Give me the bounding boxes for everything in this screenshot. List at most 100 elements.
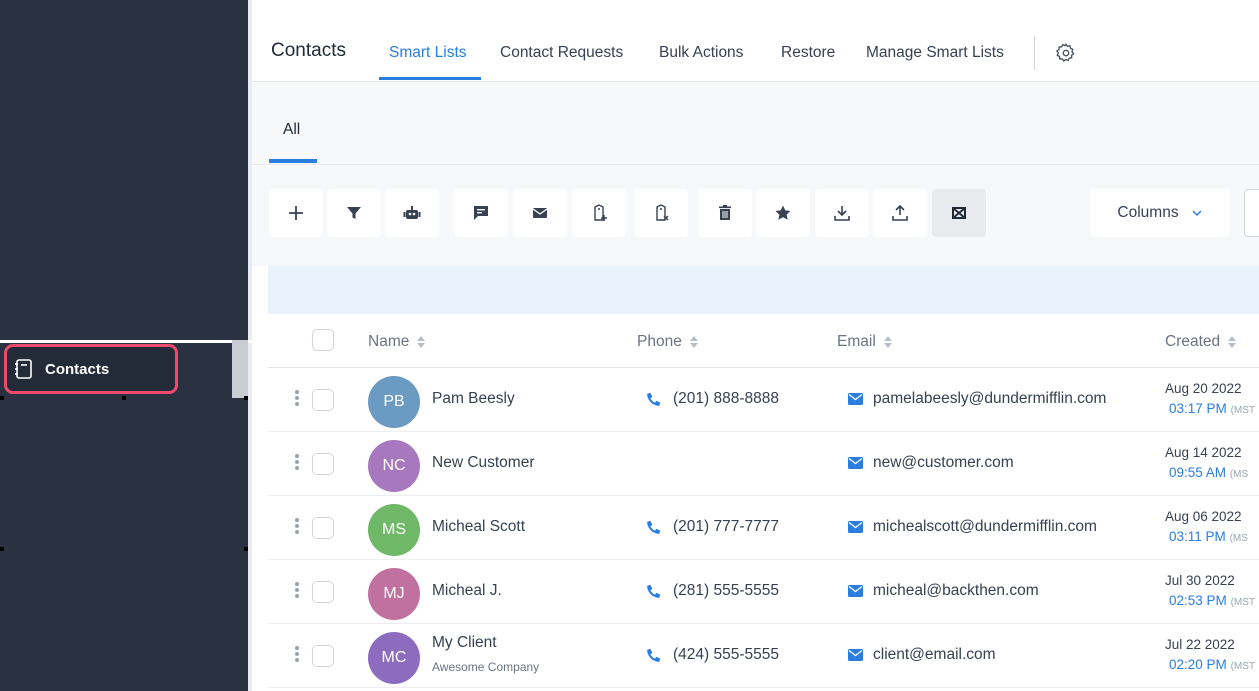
send-sms-button[interactable] (454, 189, 508, 237)
phone-number: (424) 555-5555 (673, 646, 779, 663)
tab-manage-smart-lists[interactable]: Manage Smart Lists (866, 44, 1004, 62)
mail-icon (848, 393, 863, 405)
robot-icon (403, 206, 421, 219)
selection-handle (122, 396, 126, 400)
phone-number: (201) 777-7777 (673, 518, 779, 535)
contacts-table: Name Phone Email Created PB Pam Beesly (20… (268, 314, 1259, 691)
sort-icon (1228, 336, 1237, 348)
tab-smart-lists[interactable]: Smart Lists (389, 44, 467, 62)
export-button[interactable] (815, 189, 869, 237)
column-header-email[interactable]: Email (837, 333, 894, 351)
column-label: Created (1165, 333, 1221, 350)
contact-name[interactable]: Micheal Scott (432, 518, 525, 536)
contact-phone[interactable]: (201) 888-8888 (645, 390, 779, 408)
timezone-label: (MS (1229, 533, 1248, 544)
tab-bulk-actions[interactable]: Bulk Actions (659, 44, 743, 62)
add-tag-button[interactable] (572, 189, 626, 237)
tab-all[interactable]: All (283, 121, 300, 139)
avatar: MS (368, 504, 420, 556)
delete-button[interactable] (698, 189, 752, 237)
table-row[interactable]: MJ Micheal J. (281) 555-5555 micheal@backth… (268, 560, 1259, 624)
selection-handle (244, 396, 248, 400)
drag-handle-icon[interactable] (295, 582, 301, 602)
contact-name[interactable]: Pam Beesly (432, 390, 515, 408)
mail-icon (848, 457, 863, 469)
gear-icon[interactable] (1055, 42, 1077, 64)
columns-label: Columns (1117, 204, 1179, 221)
sidebar-scrollbar[interactable] (232, 340, 248, 398)
row-checkbox[interactable] (312, 645, 334, 667)
merge-button[interactable] (932, 189, 986, 237)
column-header-phone[interactable]: Phone (637, 333, 700, 351)
filter-button[interactable] (327, 189, 381, 237)
tab-contact-requests[interactable]: Contact Requests (500, 44, 623, 62)
phone-icon (647, 520, 661, 534)
contact-name[interactable]: New Customer (432, 454, 535, 472)
send-email-button[interactable] (513, 189, 567, 237)
table-row[interactable]: NC New Customer new@customer.com Aug 14 202… (268, 432, 1259, 496)
contact-email[interactable]: client@email.com (848, 646, 996, 664)
app-root: Contacts Contacts Smart Lists Contact Re… (0, 0, 1259, 691)
mail-icon (848, 585, 863, 597)
row-checkbox[interactable] (312, 581, 334, 603)
contact-phone[interactable]: (424) 555-5555 (645, 646, 779, 664)
table-row[interactable]: MS Micheal Scott (201) 777-7777 michealscot… (268, 496, 1259, 560)
sidebar-separator (0, 340, 252, 343)
contact-phone[interactable]: (201) 777-7777 (645, 518, 779, 536)
table-info-band (268, 266, 1259, 314)
upload-icon (892, 204, 908, 221)
row-checkbox[interactable] (312, 389, 334, 411)
created-time-value: 02:53 PM (1169, 593, 1227, 608)
timezone-label: (MS (1229, 469, 1249, 480)
active-subtab-indicator (269, 159, 317, 163)
selection-handle (0, 396, 4, 400)
drag-handle-icon[interactable] (295, 518, 301, 538)
import-button[interactable] (873, 189, 927, 237)
mail-icon (848, 521, 863, 533)
contact-name[interactable]: My Client (432, 634, 497, 652)
contact-company: Awesome Company (432, 660, 540, 674)
table-row[interactable]: PB Pam Beesly (201) 888-8888 pamelabeesly@d… (268, 368, 1259, 432)
columns-dropdown[interactable]: Columns (1090, 189, 1230, 237)
contact-email[interactable]: michealscott@dundermifflin.com (848, 518, 1097, 536)
created-date: Jul 30 2022 (1165, 573, 1235, 588)
avatar: NC (368, 440, 420, 492)
column-header-name[interactable]: Name (368, 333, 427, 351)
filter-icon (347, 207, 361, 219)
contact-email[interactable]: new@customer.com (848, 454, 1014, 472)
row-checkbox[interactable] (312, 517, 334, 539)
email-address: new@customer.com (873, 454, 1014, 471)
table-row[interactable]: MC My Client Awesome Company (424) 555-5555… (268, 624, 1259, 688)
column-label: Phone (637, 333, 682, 350)
contact-phone[interactable]: (281) 555-5555 (645, 582, 779, 600)
tab-restore[interactable]: Restore (781, 44, 835, 62)
select-all-checkbox[interactable] (312, 329, 334, 351)
contact-email[interactable]: pamelabeesly@dundermifflin.com (848, 390, 1106, 408)
contact-name[interactable]: Micheal J. (432, 582, 502, 600)
automation-button[interactable] (385, 189, 439, 237)
email-address: client@email.com (873, 646, 996, 663)
selection-handle (0, 547, 4, 551)
drag-handle-icon[interactable] (295, 454, 301, 474)
drag-handle-icon[interactable] (295, 646, 301, 666)
remove-tag-button[interactable] (634, 189, 688, 237)
star-icon (775, 205, 791, 220)
created-date: Aug 20 2022 (1165, 381, 1242, 396)
column-label: Name (368, 333, 410, 350)
avatar: PB (368, 376, 420, 428)
column-header-created[interactable]: Created (1165, 333, 1238, 351)
favorite-button[interactable] (756, 189, 810, 237)
contact-email[interactable]: micheal@backthen.com (848, 582, 1039, 600)
phone-icon (647, 648, 661, 662)
row-checkbox[interactable] (312, 453, 334, 475)
top-nav: Contacts Smart Lists Contact Requests Bu… (252, 0, 1259, 82)
mail-icon (532, 208, 548, 218)
search-box-edge[interactable] (1244, 189, 1259, 237)
created-time: 03:17 PM (MST (1169, 401, 1255, 416)
drag-handle-icon[interactable] (295, 390, 301, 410)
sidebar-item-contacts[interactable]: Contacts (4, 344, 178, 394)
merge-icon (952, 207, 966, 219)
selection-handle (244, 547, 248, 551)
add-contact-button[interactable] (269, 189, 323, 237)
phone-number: (281) 555-5555 (673, 582, 779, 599)
